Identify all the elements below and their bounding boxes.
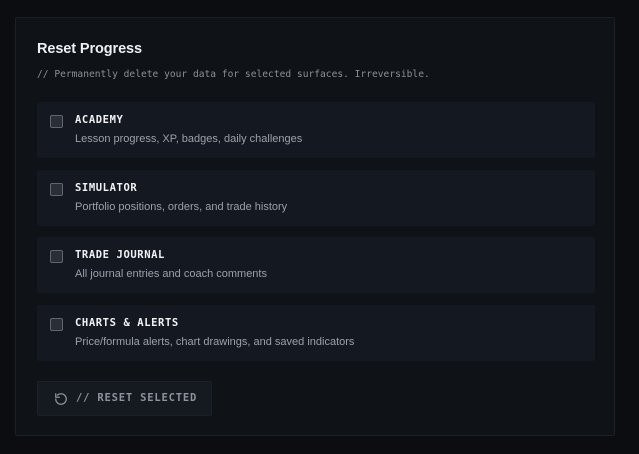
surface-label: SIMULATOR bbox=[75, 182, 138, 194]
surface-description: Portfolio positions, orders, and trade h… bbox=[75, 201, 288, 213]
rotate-ccw-icon bbox=[55, 393, 67, 405]
charts-alerts-checkbox[interactable] bbox=[50, 318, 63, 331]
surface-description: Price/formula alerts, chart drawings, an… bbox=[75, 336, 355, 348]
surface-row-charts-alerts[interactable]: CHARTS & ALERTS Price/formula alerts, ch… bbox=[37, 305, 595, 361]
simulator-checkbox[interactable] bbox=[50, 183, 63, 196]
panel-subtitle: // Permanently delete your data for sele… bbox=[37, 69, 430, 80]
reset-selected-label: // RESET SELECTED bbox=[76, 392, 198, 404]
surface-description: Lesson progress, XP, badges, daily chall… bbox=[75, 133, 303, 145]
surface-label: CHARTS & ALERTS bbox=[75, 317, 179, 329]
surface-row-trade-journal[interactable]: TRADE JOURNAL All journal entries and co… bbox=[37, 237, 595, 293]
surface-label: TRADE JOURNAL bbox=[75, 249, 165, 261]
surface-row-simulator[interactable]: SIMULATOR Portfolio positions, orders, a… bbox=[37, 170, 595, 226]
surface-description: All journal entries and coach comments bbox=[75, 268, 267, 280]
surface-label: ACADEMY bbox=[75, 114, 124, 126]
reset-progress-panel: Reset Progress // Permanently delete you… bbox=[15, 17, 615, 436]
reset-selected-button[interactable]: // RESET SELECTED bbox=[37, 381, 212, 416]
academy-checkbox[interactable] bbox=[50, 115, 63, 128]
panel-title: Reset Progress bbox=[37, 41, 142, 57]
surface-row-academy[interactable]: ACADEMY Lesson progress, XP, badges, dai… bbox=[37, 102, 595, 158]
trade-journal-checkbox[interactable] bbox=[50, 250, 63, 263]
